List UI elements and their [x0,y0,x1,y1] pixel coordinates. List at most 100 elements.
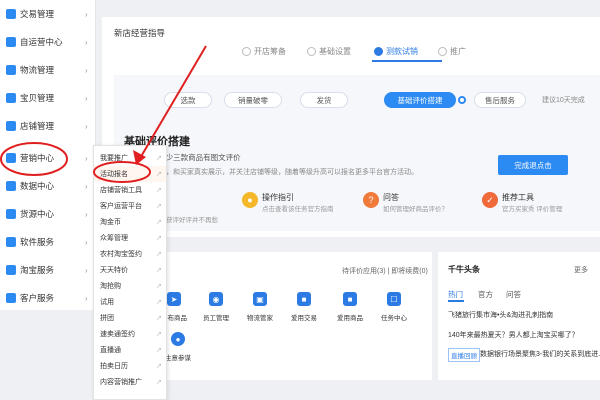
progress-dot-icon [458,96,466,104]
chevron-right-icon: › [85,209,88,219]
pin-icon[interactable]: ↗ [156,266,162,274]
customer-service-icon [6,293,16,303]
pin-icon[interactable]: ↗ [156,186,162,194]
pin-icon[interactable]: ↗ [156,218,162,226]
lightbulb-icon: ● [242,192,258,208]
news-item[interactable]: 140年来最热夏天？男人都上淘宝买哪了？ [448,330,579,340]
pin-icon[interactable]: ↗ [156,202,162,210]
news-more-link[interactable]: 更多 [574,265,588,275]
sidebar-item-label: 淘宝服务 [20,265,55,275]
products-icon [6,93,16,103]
chevron-right-icon: › [85,153,88,163]
sidebar-item-customer-service[interactable]: 客户服务 › [0,284,96,312]
step-check-icon [242,47,251,56]
aiyong-trade-icon: ■ [297,292,311,306]
pin-icon[interactable]: ↗ [156,282,162,290]
app-staff-management[interactable]: ◉ 员工管理 [194,292,238,322]
sidebar-item-shop[interactable]: 店铺管理 › [0,112,96,140]
pin-icon[interactable]: ↗ [156,154,162,162]
submenu-item-taojinbi[interactable]: 淘金币 ↗ [94,214,166,230]
sidebar-item-label: 软件服务 [20,237,55,247]
pill-after-sales[interactable]: 售后服务 [474,92,526,108]
tab-hot[interactable]: 热门 [448,289,463,300]
tool-operation-guide[interactable]: ● 操作指引 点击查看该任务官方指南 [242,190,334,218]
pill-shipping[interactable]: 发货 [300,92,348,108]
submenu-item-customer-platform[interactable]: 客户运营平台 ↗ [94,198,166,214]
submenu-item-promote[interactable]: 我要推广 ↗ [94,150,166,166]
sidebar-item-data[interactable]: 数据中心 › [0,172,96,200]
step-store-prep[interactable]: 开店筹备 [242,46,286,57]
submenu-item-flash-sale[interactable]: 淘抢购 ↗ [94,278,166,294]
sidebar-item-self-operation[interactable]: 自运营中心 › [0,28,96,56]
finish-button[interactable]: 完成退点击 [498,155,568,175]
tools-icon: ✓ [482,192,498,208]
sidebar-item-trade[interactable]: 交易管理 › [0,0,96,28]
tool-qa[interactable]: ? 问答 如何管理好商品评价？ [363,190,453,218]
chevron-right-icon: › [85,93,88,103]
tab-qa[interactable]: 问答 [506,289,521,300]
pill-basic-reviews[interactable]: 基础评价搭建 [384,92,456,108]
sidebar-item-products[interactable]: 宝贝管理 › [0,84,96,112]
question-icon: ? [363,192,379,208]
submenu-item-event-signup[interactable]: 活动报名 ↗ [94,166,166,182]
submenu-item-content-marketing[interactable]: 内容营销推广 ↗ [94,374,166,390]
step-promotion[interactable]: 推广 [438,46,466,57]
sidebar-item-supply[interactable]: 货源中心 › [0,200,96,228]
submenu-item-live-stream[interactable]: 直播通 ↗ [94,342,166,358]
step-check-icon [307,47,316,56]
pin-icon[interactable]: ↗ [156,298,162,306]
pill-first-sale[interactable]: 销量破零 [224,92,282,108]
pin-icon[interactable]: ↗ [156,346,162,354]
software-icon [6,237,16,247]
news-item[interactable]: 飞猪旅行集市海•头&淘进孔刺指南 [448,310,553,320]
sidebar-item-taobao-service[interactable]: 淘宝服务 › [0,256,96,284]
pin-icon[interactable]: ↗ [156,314,162,322]
apps-status-links[interactable]: 待评价应用(3) | 即将续费(0) [342,266,428,276]
app-logistics-butler[interactable]: ▣ 物流管家 [238,292,282,322]
submenu-item-daily-deals[interactable]: 天天特价 ↗ [94,262,166,278]
tool-desc: 获评好评并不再愁 [166,217,218,224]
pin-icon[interactable]: ↗ [156,170,162,178]
tool-recommended[interactable]: ✓ 推荐工具 官方买家秀 评价管理 [482,190,582,218]
app-aiyong-trade[interactable]: ■ 爱用交易 [282,292,326,322]
goal-description: 好的评价商品，和买家真实展示，并关注店铺等级，随着等级升高可以报名更多平台官方活… [124,169,418,176]
step-test-sales[interactable]: 测款试销 [374,46,418,57]
pin-icon[interactable]: ↗ [156,362,162,370]
submenu-item-trial[interactable]: 试用 ↗ [94,294,166,310]
sidebar-item-label: 物流管理 [20,65,55,75]
live-replay-badge: 直播回顾 [448,348,480,362]
trade-icon [6,9,16,19]
sidebar-item-label: 交易管理 [20,9,55,19]
supply-icon [6,209,16,219]
pill-select-product[interactable]: 选款 [164,92,212,108]
app-task-center[interactable]: ☐ 任务中心 [372,292,416,322]
sidebar-item-marketing[interactable]: 营销中心 › [0,144,96,172]
sidebar-item-label: 宝贝管理 [20,93,55,103]
chevron-right-icon: › [85,37,88,47]
submenu-item-aliexpress[interactable]: 速卖通签约 ↗ [94,326,166,342]
submenu-item-crowdfunding[interactable]: 众筹管理 ↗ [94,230,166,246]
suggested-duration: 建议10天完成 [542,97,585,104]
submenu-item-group-buy[interactable]: 拼团 ↗ [94,310,166,326]
active-tab-indicator [448,300,464,302]
sidebar-item-logistics[interactable]: 物流管理 › [0,56,96,84]
news-item[interactable]: 数据银行场景聚焦3-我们的关系到底进... [480,349,600,359]
submenu-item-rural-taobao[interactable]: 农村淘宝签约 ↗ [94,246,166,262]
logistics-butler-icon: ▣ [253,292,267,306]
step-basic-settings[interactable]: 基础设置 [307,46,351,57]
app-aiyong-product[interactable]: ■ 爱用商品 [328,292,372,322]
submenu-item-auction-calendar[interactable]: 拍卖日历 ↗ [94,358,166,374]
data-icon [6,181,16,191]
guide-title: 新店经营指导 [114,28,166,38]
tab-official[interactable]: 官方 [478,289,493,300]
shop-icon [6,121,16,131]
pin-icon[interactable]: ↗ [156,378,162,386]
pin-icon[interactable]: ↗ [156,250,162,258]
pin-icon[interactable]: ↗ [156,330,162,338]
pin-icon[interactable]: ↗ [156,234,162,242]
chevron-right-icon: › [85,65,88,75]
submenu-item-store-tools[interactable]: 店铺营销工具 ↗ [94,182,166,198]
business-advisor-icon: ● [171,332,185,346]
staff-icon: ◉ [209,292,223,306]
sidebar-item-software[interactable]: 软件服务 › [0,228,96,256]
